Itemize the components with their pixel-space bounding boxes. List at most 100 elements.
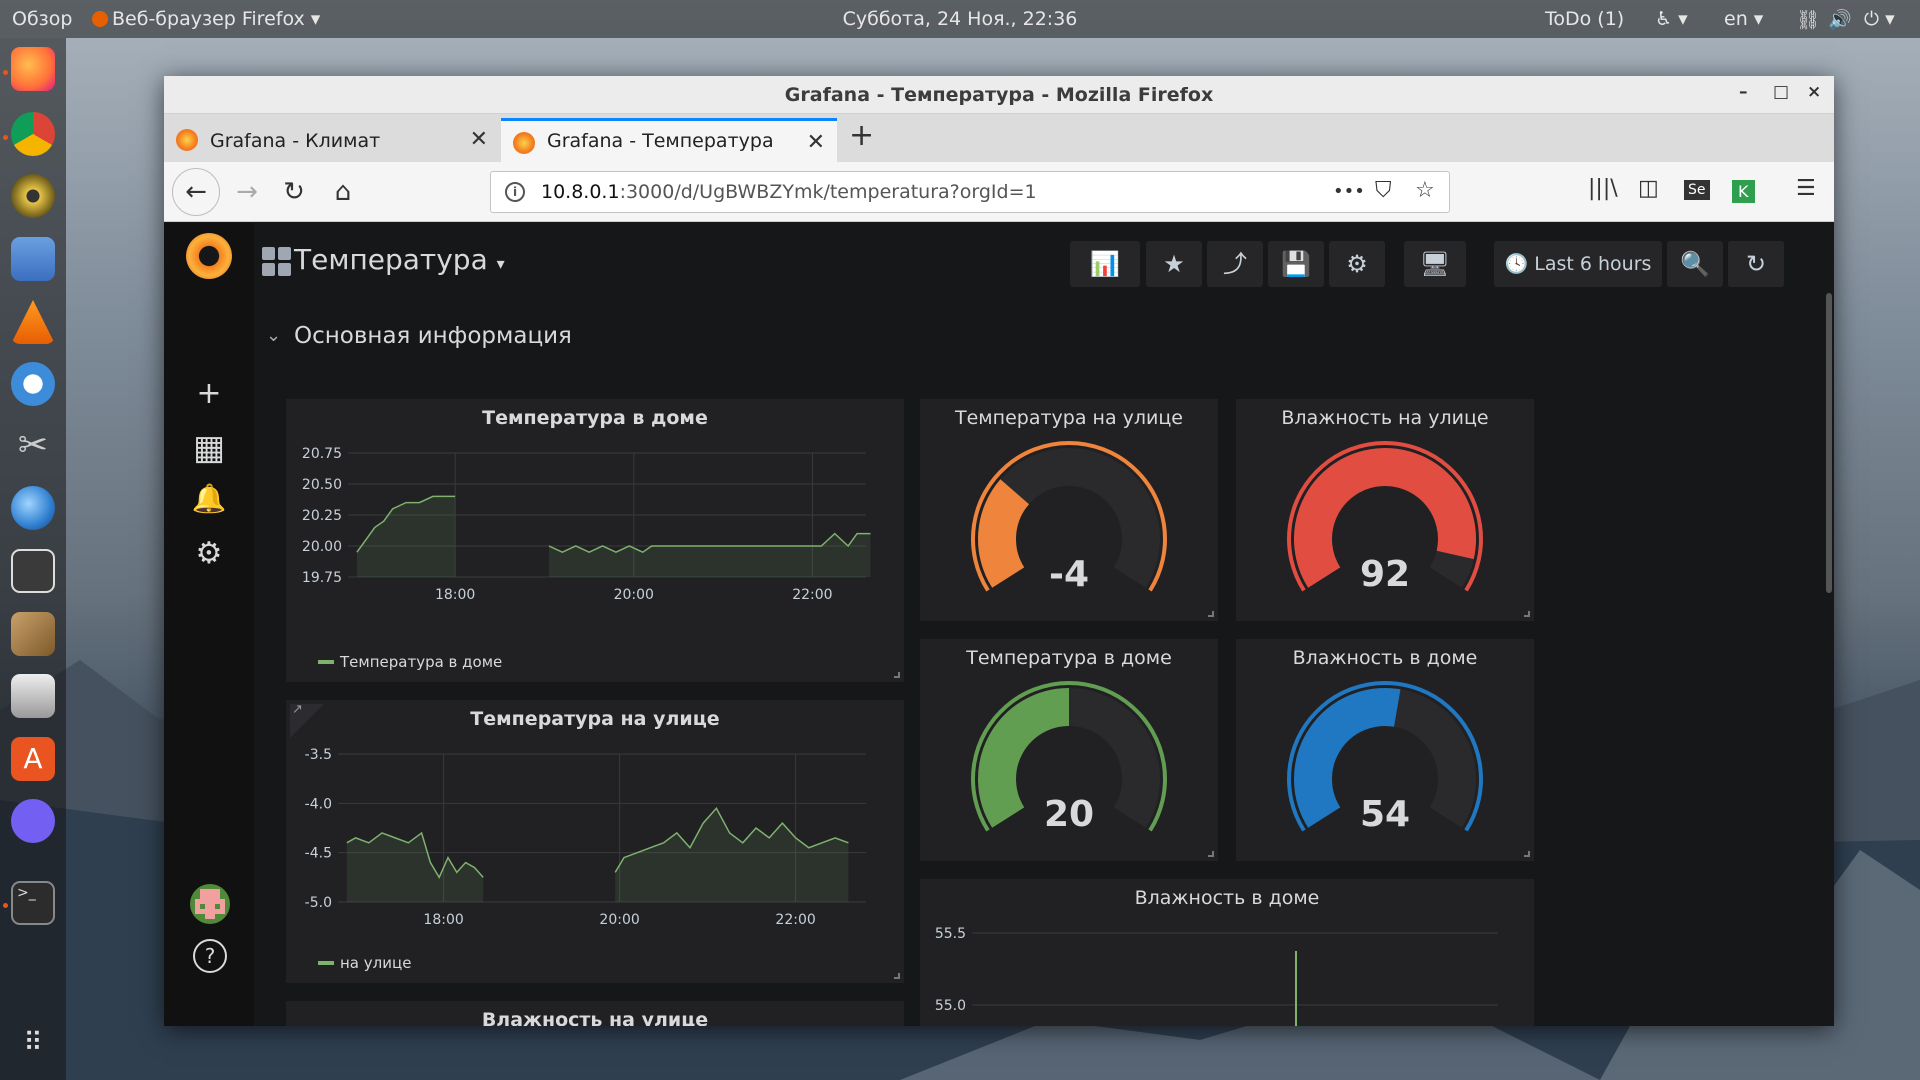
alerting-bell-icon[interactable]: 🔔 [187, 477, 231, 521]
resize-handle[interactable] [1208, 611, 1214, 617]
library-icon[interactable]: |||\ [1588, 176, 1618, 201]
resize-handle[interactable] [894, 672, 900, 678]
dashboard-title-picker[interactable]: Температура ▾ [262, 243, 505, 276]
series-area [548, 533, 871, 577]
panel-humidity-home-graph[interactable]: Влажность в доме 55.555.054.5 [920, 879, 1534, 1026]
reload-button[interactable]: ↻ [275, 173, 313, 211]
network-icon[interactable]: ⛓ [1796, 8, 1820, 31]
todo-indicator[interactable]: ToDo (1) [1545, 8, 1624, 30]
legend-label: Температура в доме [340, 653, 503, 671]
y-tick-label: 20.25 [302, 508, 342, 524]
resize-handle[interactable] [894, 973, 900, 979]
legend-swatch [318, 660, 334, 664]
simplenote-icon[interactable] [11, 362, 55, 406]
pocket-icon[interactable]: ⛉ [1375, 178, 1392, 203]
tab-temperatura[interactable]: Grafana - Температура ✕ [501, 118, 837, 162]
resize-handle[interactable] [1208, 851, 1214, 857]
terminal-icon[interactable]: >_ [11, 881, 55, 925]
legend-item[interactable]: Температура в доме [318, 653, 502, 671]
selenium-icon[interactable]: Se [1684, 180, 1710, 200]
help-icon[interactable]: ? [193, 939, 227, 973]
add-panel-icon: 📊 [1090, 250, 1120, 278]
gauge-value: 92 [1359, 554, 1411, 595]
site-info-icon[interactable]: i [505, 182, 525, 202]
vlc-icon[interactable] [11, 300, 55, 344]
configuration-gear-icon[interactable]: ⚙ [187, 532, 231, 576]
bookmark-star-icon[interactable]: ☆ [1415, 178, 1435, 203]
time-range-label: Last 6 hours [1534, 253, 1652, 275]
scrollbar[interactable] [1824, 293, 1834, 1026]
software-center-icon[interactable]: A [11, 737, 55, 781]
refresh-icon: ↻ [1745, 250, 1767, 278]
close-window-button[interactable]: × [1807, 82, 1821, 102]
minimize-button[interactable]: – [1739, 82, 1748, 102]
maximize-button[interactable]: □ [1773, 82, 1789, 102]
url-bar[interactable]: i 10.8.0.1:3000/d/UgBWBZYmk/temperatura?… [490, 171, 1450, 213]
archive-globe-icon[interactable] [11, 612, 55, 656]
power-icon[interactable]: ⏻ ▾ [1864, 8, 1895, 30]
scrollbar-thumb[interactable] [1826, 293, 1832, 593]
url-path: :3000/d/UgBWBZYmk/temperatura?orgId=1 [619, 181, 1037, 203]
legend-swatch [318, 961, 334, 965]
thunderbird-icon[interactable] [11, 486, 55, 530]
chevron-down-icon: ⌄ [266, 325, 282, 346]
panel-gauge-hum-home[interactable]: Влажность в доме 54 [1236, 639, 1534, 861]
y-tick-label: -3.5 [305, 747, 332, 763]
clock[interactable]: Суббота, 24 Ноя., 22:36 [0, 8, 1920, 30]
apps-grid-icon[interactable]: ⠿ [11, 1021, 55, 1065]
panel-temp-outside-graph[interactable]: Температура на улице ↗ -3.5 -4.0 -4.5 -5.0 1… [286, 700, 904, 983]
panel-humidity-outside-graph[interactable]: Влажность на улице [286, 1001, 904, 1026]
calculator-icon[interactable] [11, 549, 55, 593]
add-panel-button[interactable]: 📊 [1070, 241, 1140, 287]
home-button[interactable]: ⌂ [324, 173, 362, 211]
tools-icon[interactable]: ✂ [11, 424, 55, 468]
zoom-out-button[interactable]: 🔍 [1667, 241, 1723, 287]
refresh-button[interactable]: ↻ [1728, 241, 1784, 287]
viber-icon[interactable] [11, 799, 55, 843]
share-icon: ⤴ [1223, 250, 1247, 278]
close-tab-icon[interactable]: ✕ [470, 127, 488, 152]
user-avatar[interactable] [190, 884, 230, 924]
extension-icon[interactable]: K [1732, 180, 1755, 203]
tv-mode-button[interactable]: 🖥 [1404, 241, 1466, 287]
y-tick-label: 55.5 [935, 926, 966, 942]
accessibility-icon[interactable]: ♿ ▾ [1655, 8, 1688, 30]
back-button[interactable]: ← [172, 168, 220, 216]
chrome-icon[interactable] [11, 112, 55, 156]
running-indicator [3, 135, 8, 140]
x-tick-label: 18:00 [423, 912, 463, 928]
panel-gauge-temp-home[interactable]: Температура в доме 20 [920, 639, 1218, 861]
panel-temp-home-graph[interactable]: Температура в доме 20.75 20.50 20.25 20.00 1… [286, 399, 904, 682]
monitor-icon: 🖥 [1419, 250, 1451, 278]
sidebar-icon[interactable]: ◫ [1638, 176, 1659, 201]
hamburger-menu-icon[interactable]: ☰ [1796, 176, 1816, 201]
new-tab-button[interactable]: + [849, 118, 874, 153]
save-dashboard-button[interactable]: 💾 [1268, 241, 1324, 287]
share-dashboard-button[interactable]: ⤴ [1207, 241, 1263, 287]
panel-gauge-temp-outside[interactable]: Температура на улице -4 [920, 399, 1218, 621]
tab-klimat[interactable]: Grafana - Климат ✕ [164, 118, 500, 162]
resize-handle[interactable] [1524, 611, 1530, 617]
dashboard-settings-button[interactable]: ⚙ [1329, 241, 1385, 287]
rhythmbox-icon[interactable] [11, 174, 55, 218]
dashboard-title: Температура [294, 243, 488, 276]
dashboards-grid-icon[interactable]: ▦ [187, 426, 231, 470]
resize-handle[interactable] [1524, 851, 1530, 857]
forward-button[interactable]: → [228, 173, 266, 211]
language-label: en [1724, 8, 1748, 30]
page-actions-icon[interactable]: ••• [1333, 181, 1365, 202]
star-dashboard-button[interactable]: ★ [1146, 241, 1202, 287]
create-plus-icon[interactable]: + [187, 372, 231, 416]
volume-icon[interactable]: 🔊 [1828, 8, 1852, 31]
installer-icon[interactable] [11, 674, 55, 718]
grafana-logo-icon[interactable] [186, 233, 232, 279]
time-picker-button[interactable]: 🕓 Last 6 hours [1494, 241, 1662, 287]
firefox-icon[interactable] [11, 47, 55, 91]
close-tab-icon[interactable]: ✕ [807, 130, 825, 155]
row-header[interactable]: ⌄ Основная информация [266, 323, 572, 349]
navigation-toolbar: ← → ↻ ⌂ i 10.8.0.1:3000/d/UgBWBZYmk/temp… [164, 162, 1834, 222]
legend-item[interactable]: на улице [318, 954, 411, 972]
files-icon[interactable] [11, 237, 55, 281]
language-indicator[interactable]: en ▾ [1724, 8, 1763, 30]
panel-gauge-hum-outside[interactable]: Влажность на улице 92 [1236, 399, 1534, 621]
